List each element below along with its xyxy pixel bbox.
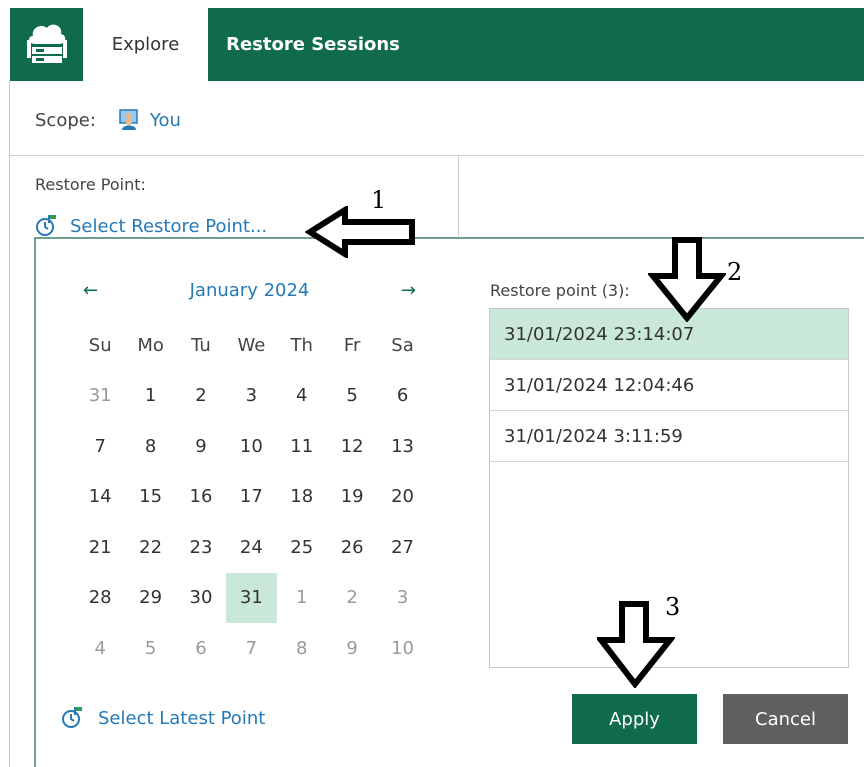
calendar-week-row: 4 5 6 7 8 9 10 bbox=[75, 623, 428, 674]
calendar-day[interactable]: 6 bbox=[377, 371, 427, 421]
arrow-left-icon[interactable]: ← bbox=[83, 278, 98, 304]
select-latest-point-label: Select Latest Point bbox=[98, 707, 266, 729]
backup-server-icon bbox=[25, 20, 69, 70]
app-logo bbox=[10, 8, 83, 81]
tab-explore[interactable]: Explore bbox=[83, 8, 208, 81]
calendar-day-other-month[interactable]: 31 bbox=[75, 371, 125, 421]
calendar-day[interactable]: 22 bbox=[125, 522, 175, 572]
calendar-day[interactable]: 12 bbox=[327, 421, 377, 471]
calendar-day[interactable]: 16 bbox=[176, 472, 226, 522]
select-restore-point-link[interactable]: Select Restore Point... bbox=[34, 214, 267, 238]
calendar-day[interactable]: 21 bbox=[75, 522, 125, 572]
apply-button[interactable]: Apply bbox=[572, 694, 697, 744]
annotation-number: 2 bbox=[727, 258, 743, 286]
calendar-day[interactable]: 4 bbox=[277, 371, 327, 421]
select-restore-point-label: Select Restore Point... bbox=[70, 215, 268, 237]
calendar-day-other-month[interactable]: 2 bbox=[327, 573, 377, 623]
calendar-day[interactable]: 17 bbox=[226, 472, 276, 522]
calendar-day[interactable]: 15 bbox=[125, 472, 175, 522]
calendar-day[interactable]: 11 bbox=[277, 421, 327, 471]
calendar-day-other-month[interactable]: 5 bbox=[125, 623, 175, 673]
calendar-day-selected[interactable]: 31 bbox=[226, 572, 277, 623]
calendar-day[interactable]: 28 bbox=[75, 573, 125, 623]
weekday-label: Su bbox=[88, 334, 112, 356]
calendar-week-row: 14 15 16 17 18 19 20 bbox=[75, 472, 428, 523]
weekday-label: Fr bbox=[343, 334, 361, 356]
annotation-number: 1 bbox=[371, 186, 387, 214]
calendar-day[interactable]: 2 bbox=[176, 371, 226, 421]
calendar-week-row: 31 1 2 3 4 5 6 bbox=[75, 371, 428, 422]
calendar-week-row: 21 22 23 24 25 26 27 bbox=[75, 522, 428, 573]
calendar-day-other-month[interactable]: 8 bbox=[277, 623, 327, 673]
calendar-day[interactable]: 13 bbox=[377, 421, 427, 471]
calendar-day[interactable]: 19 bbox=[327, 472, 377, 522]
calendar-day[interactable]: 26 bbox=[327, 522, 377, 572]
calendar-day[interactable]: 7 bbox=[75, 421, 125, 471]
calendar-day[interactable]: 27 bbox=[377, 522, 427, 572]
calendar-day[interactable]: 18 bbox=[277, 472, 327, 522]
annotation-arrow-down-icon bbox=[648, 237, 726, 322]
annotation-arrow-left-icon bbox=[305, 206, 415, 258]
tab-restore-sessions[interactable]: Restore Sessions bbox=[208, 8, 418, 81]
weekday-label: We bbox=[237, 334, 266, 356]
calendar-day[interactable]: 10 bbox=[226, 421, 276, 471]
calendar-day[interactable]: 29 bbox=[125, 573, 175, 623]
calendar-day[interactable]: 1 bbox=[125, 371, 175, 421]
calendar-day[interactable]: 30 bbox=[176, 573, 226, 623]
clock-flag-icon bbox=[34, 214, 58, 238]
calendar-day[interactable]: 5 bbox=[327, 371, 377, 421]
calendar-weekday-row: Su Mo Tu We Th Fr Sa bbox=[75, 320, 428, 371]
calendar-week-row: 28 29 30 31 1 2 3 bbox=[75, 572, 428, 624]
restore-point-item[interactable]: 31/01/2024 12:04:46 bbox=[490, 360, 848, 411]
scope-label: Scope: bbox=[35, 109, 96, 131]
calendar-day[interactable]: 25 bbox=[277, 522, 327, 572]
weekday-label: Th bbox=[290, 334, 313, 356]
calendar-day[interactable]: 24 bbox=[226, 522, 276, 572]
left-border bbox=[9, 81, 10, 767]
calendar-day[interactable]: 9 bbox=[176, 421, 226, 471]
calendar-grid: Su Mo Tu We Th Fr Sa 31 1 2 3 4 5 6 7 8 … bbox=[75, 320, 428, 674]
scope-value[interactable]: You bbox=[150, 110, 181, 131]
arrow-right-icon[interactable]: → bbox=[401, 278, 416, 304]
calendar-day[interactable]: 3 bbox=[226, 371, 276, 421]
calendar-day[interactable]: 20 bbox=[377, 472, 427, 522]
calendar-week-row: 7 8 9 10 11 12 13 bbox=[75, 421, 428, 472]
select-latest-point-link[interactable]: Select Latest Point bbox=[60, 706, 265, 730]
annotation-number: 3 bbox=[665, 593, 681, 621]
calendar-day-other-month[interactable]: 3 bbox=[377, 573, 427, 623]
calendar-day[interactable]: 14 bbox=[75, 472, 125, 522]
calendar-day-other-month[interactable]: 10 bbox=[377, 623, 427, 673]
calendar-header: January 2024 ← → bbox=[83, 278, 416, 304]
calendar-day-other-month[interactable]: 7 bbox=[226, 623, 276, 673]
calendar-month-title[interactable]: January 2024 bbox=[83, 278, 416, 304]
calendar-day-other-month[interactable]: 4 bbox=[75, 623, 125, 673]
weekday-label: Mo bbox=[137, 334, 164, 356]
calendar-day[interactable]: 8 bbox=[125, 421, 175, 471]
calendar-day-other-month[interactable]: 6 bbox=[176, 623, 226, 673]
calendar-day[interactable]: 23 bbox=[176, 522, 226, 572]
restore-point-item[interactable]: 31/01/2024 3:11:59 bbox=[490, 411, 848, 462]
column-divider bbox=[458, 155, 459, 237]
calendar-day-other-month[interactable]: 9 bbox=[327, 623, 377, 673]
clock-flag-icon bbox=[60, 706, 84, 730]
restore-point-label: Restore Point: bbox=[35, 175, 146, 194]
user-icon bbox=[118, 108, 142, 132]
restore-point-count-label: Restore point (3): bbox=[490, 281, 630, 300]
cancel-button[interactable]: Cancel bbox=[723, 694, 848, 744]
scope-divider bbox=[9, 155, 864, 156]
scope-row: Scope: You bbox=[35, 105, 181, 135]
weekday-label: Tu bbox=[191, 334, 211, 356]
calendar-day-other-month[interactable]: 1 bbox=[277, 573, 327, 623]
annotation-arrow-down-icon bbox=[597, 601, 675, 688]
weekday-label: Sa bbox=[391, 334, 414, 356]
